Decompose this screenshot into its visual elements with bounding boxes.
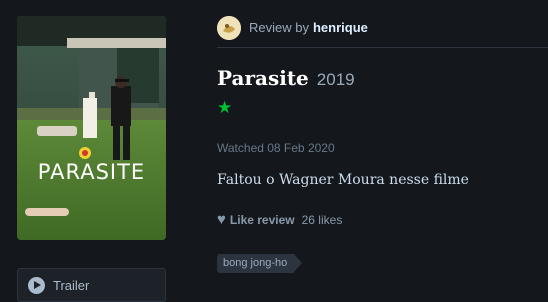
avatar[interactable] — [217, 15, 241, 40]
reviewer-prefix: Review by — [249, 20, 309, 35]
like-row: ♥ Like review 26 likes — [217, 212, 342, 227]
avatar-image — [217, 15, 241, 40]
review-body: Faltou o Wagner Moura nesse filme — [217, 172, 469, 188]
play-icon — [28, 277, 45, 294]
film-poster[interactable]: PARASITE — [17, 16, 166, 240]
poster-title: PARASITE — [37, 160, 146, 184]
reviewer-text: Review by henrique — [249, 20, 368, 35]
likes-count[interactable]: 26 likes — [302, 213, 343, 227]
poster-image — [17, 16, 166, 240]
heart-icon[interactable]: ♥ — [217, 212, 226, 227]
like-review-link[interactable]: Like review — [230, 213, 295, 227]
watched-date: Watched 08 Feb 2020 — [217, 141, 335, 155]
film-heading: Parasite 2019 — [217, 66, 355, 90]
film-year-link[interactable]: 2019 — [317, 70, 355, 89]
header-divider — [217, 47, 548, 48]
reviewer-name-link[interactable]: henrique — [313, 20, 368, 35]
trailer-button[interactable]: Trailer — [17, 268, 166, 302]
film-title-link[interactable]: Parasite — [217, 66, 309, 90]
rating-stars: ★ — [217, 98, 233, 117]
tag-bong-jong-ho[interactable]: bong jong-ho — [217, 254, 303, 273]
reviewer-line: Review by henrique — [217, 15, 368, 40]
trailer-label: Trailer — [53, 278, 90, 293]
